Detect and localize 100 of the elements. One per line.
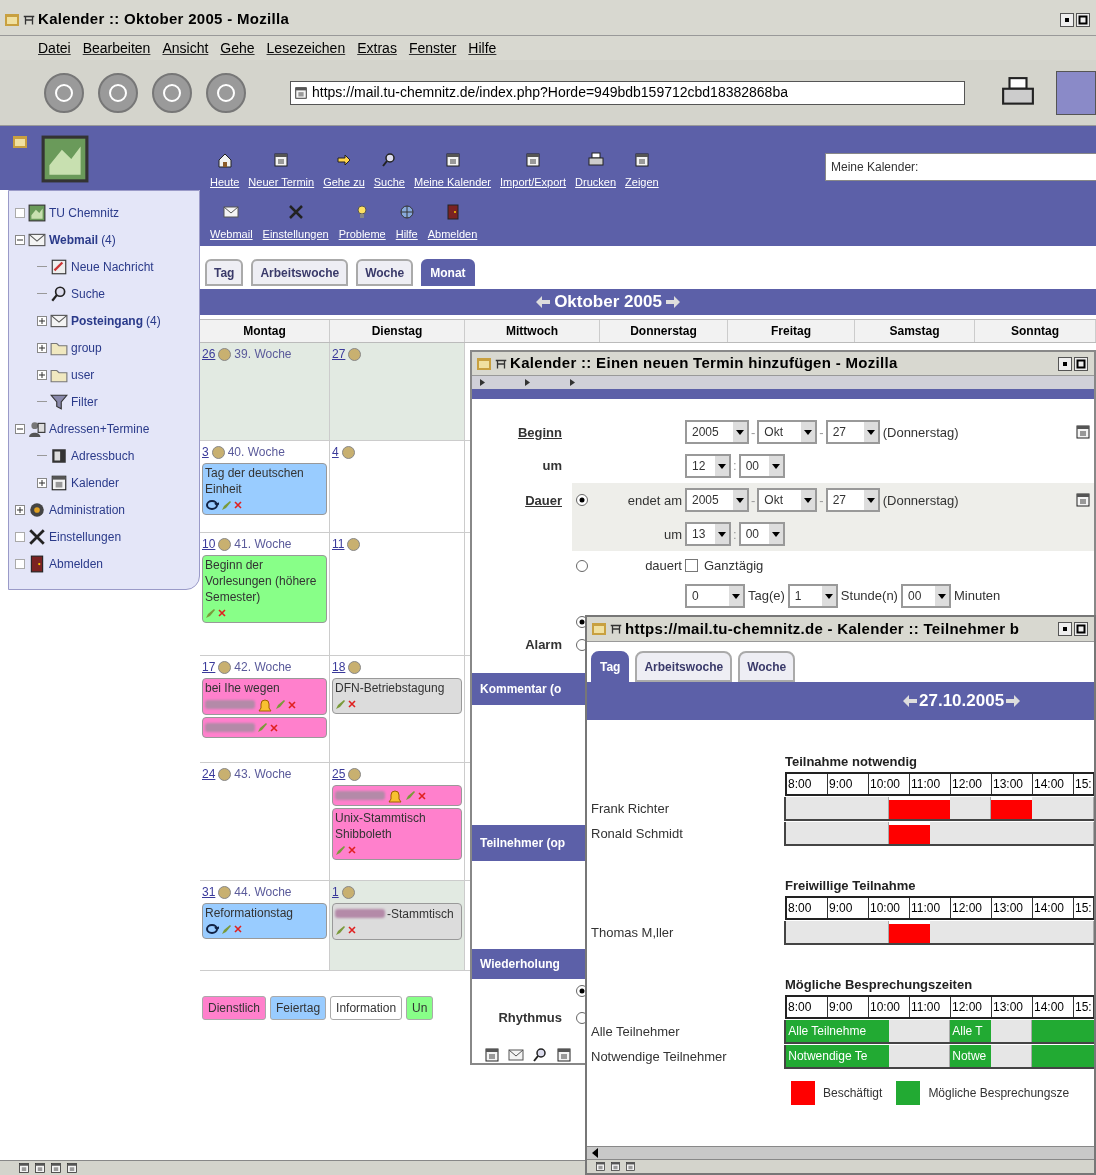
scroll-arrow-icon[interactable]: [570, 379, 575, 387]
edit-icon[interactable]: [335, 698, 346, 710]
event-card[interactable]: Reformationstag: [202, 903, 327, 939]
forward-button[interactable]: [98, 72, 138, 113]
radio-button[interactable]: [576, 560, 588, 572]
caret-icon[interactable]: [733, 490, 747, 511]
caret-icon[interactable]: [768, 524, 783, 545]
event-card[interactable]: Tag der deutschen Einheit: [202, 463, 327, 515]
add-event-icon[interactable]: [218, 347, 232, 361]
menu-item[interactable]: Ansicht: [162, 37, 209, 59]
week-link[interactable]: 44. Woche: [234, 883, 292, 901]
day-link[interactable]: 18: [332, 658, 346, 676]
add-event-icon[interactable]: [218, 537, 232, 551]
tree-item[interactable]: Neue Nachricht: [71, 257, 154, 276]
scroll-arrow-icon[interactable]: [525, 379, 530, 387]
tree-item[interactable]: Adressen+Termine: [49, 419, 150, 438]
maximize-button[interactable]: [1074, 622, 1088, 636]
horizontal-scrollbar[interactable]: [587, 1146, 1094, 1160]
calendar-icon[interactable]: [1075, 424, 1091, 441]
view-tab[interactable]: Woche: [738, 651, 796, 682]
next-icon[interactable]: [1006, 695, 1021, 707]
day-link[interactable]: 10: [202, 535, 216, 553]
dropdown[interactable]: Okt: [757, 420, 818, 445]
delete-icon[interactable]: [218, 609, 226, 617]
day-link[interactable]: 4: [332, 443, 339, 461]
caret-icon[interactable]: [801, 490, 816, 511]
calendar-icon[interactable]: [556, 1047, 572, 1063]
collapse-toggle[interactable]: [15, 423, 25, 434]
expand-toggle[interactable]: [37, 315, 47, 326]
add-event-icon[interactable]: [348, 347, 362, 361]
view-tab[interactable]: Monat: [421, 259, 475, 286]
address-field[interactable]: https://mail.tu-chemnitz.de/index.php?Horde=949bdb159712cbd18382868ba: [290, 80, 965, 105]
tree-item[interactable]: user: [71, 365, 95, 384]
caret-icon[interactable]: [863, 422, 878, 443]
expand-toggle[interactable]: [37, 369, 47, 380]
expand-toggle[interactable]: [37, 477, 47, 488]
add-event-icon[interactable]: [218, 767, 232, 781]
toolbar-button[interactable]: Meine Kalender: [414, 173, 492, 190]
edit-icon[interactable]: [205, 607, 216, 619]
day-link[interactable]: 17: [202, 658, 216, 676]
minimize-button[interactable]: [1060, 12, 1074, 27]
reload-button[interactable]: [152, 72, 192, 113]
week-link[interactable]: 43. Woche: [234, 765, 292, 783]
view-tab[interactable]: Woche: [356, 259, 414, 286]
tree-item[interactable]: Posteingang: [71, 311, 143, 330]
menu-item[interactable]: Extras: [357, 37, 397, 59]
caret-icon[interactable]: [934, 586, 949, 606]
week-link[interactable]: 39. Woche: [234, 345, 292, 363]
dropdown[interactable]: 13: [685, 522, 731, 547]
toolbar-button[interactable]: Hilfe: [395, 225, 418, 242]
menu-item[interactable]: Bearbeiten: [82, 37, 151, 59]
add-event-icon[interactable]: [348, 660, 362, 674]
day-link[interactable]: 24: [202, 765, 216, 783]
scroll-arrow-icon[interactable]: [480, 379, 485, 387]
dropdown[interactable]: 00: [900, 584, 951, 608]
day-link[interactable]: 27: [332, 345, 346, 363]
tree-item[interactable]: Filter: [71, 392, 98, 411]
menu-item[interactable]: Fenster: [408, 37, 457, 59]
delete-icon[interactable]: [234, 501, 242, 509]
toolbar-button[interactable]: Zeigen: [625, 173, 659, 190]
toolbar-button[interactable]: Import/Export: [500, 173, 567, 190]
day-link[interactable]: 1: [332, 883, 339, 901]
event-card[interactable]: DFN-Betriebstagung: [332, 678, 462, 714]
tree-item[interactable]: group: [71, 338, 102, 357]
search-icon[interactable]: [532, 1047, 548, 1063]
day-link[interactable]: 26: [202, 345, 216, 363]
tree-item[interactable]: Einstellungen: [49, 527, 122, 546]
week-link[interactable]: 42. Woche: [234, 658, 292, 676]
add-event-icon[interactable]: [341, 445, 355, 459]
dropdown[interactable]: 0: [685, 584, 745, 608]
toolbar-button[interactable]: Einstellungen: [262, 225, 329, 242]
collapse-toggle[interactable]: [15, 234, 25, 245]
day-link[interactable]: 31: [202, 883, 216, 901]
toolbar-button[interactable]: Heute: [210, 173, 240, 190]
add-event-icon[interactable]: [211, 445, 225, 459]
dropdown[interactable]: 00: [738, 522, 785, 547]
dropdown[interactable]: 27: [825, 420, 880, 445]
delete-icon[interactable]: [234, 925, 242, 933]
back-button[interactable]: [44, 72, 84, 113]
calendar-icon[interactable]: [1075, 492, 1091, 509]
toolbar-button[interactable]: Suche: [373, 173, 405, 190]
toolbar-button[interactable]: Probleme: [338, 225, 386, 242]
delete-icon[interactable]: [348, 700, 356, 708]
dropdown[interactable]: 1: [787, 584, 838, 608]
expand-toggle[interactable]: [15, 504, 25, 515]
edit-icon[interactable]: [335, 924, 346, 936]
radio-button[interactable]: [576, 494, 588, 507]
week-link[interactable]: 40. Woche: [227, 443, 285, 461]
minimize-button[interactable]: [1058, 622, 1072, 636]
caret-icon[interactable]: [715, 524, 729, 545]
calendar-icon[interactable]: [484, 1047, 500, 1063]
dropdown[interactable]: 00: [738, 454, 785, 478]
tree-item[interactable]: Kalender: [71, 473, 120, 492]
menu-item[interactable]: Datei: [38, 37, 71, 59]
tree-item[interactable]: TU Chemnitz: [49, 203, 119, 222]
toolbar-button[interactable]: Webmail: [210, 225, 253, 242]
caret-icon[interactable]: [863, 490, 878, 511]
dropdown[interactable]: 2005: [685, 488, 749, 513]
envelope-icon[interactable]: [508, 1047, 524, 1063]
previous-icon[interactable]: [536, 296, 551, 308]
